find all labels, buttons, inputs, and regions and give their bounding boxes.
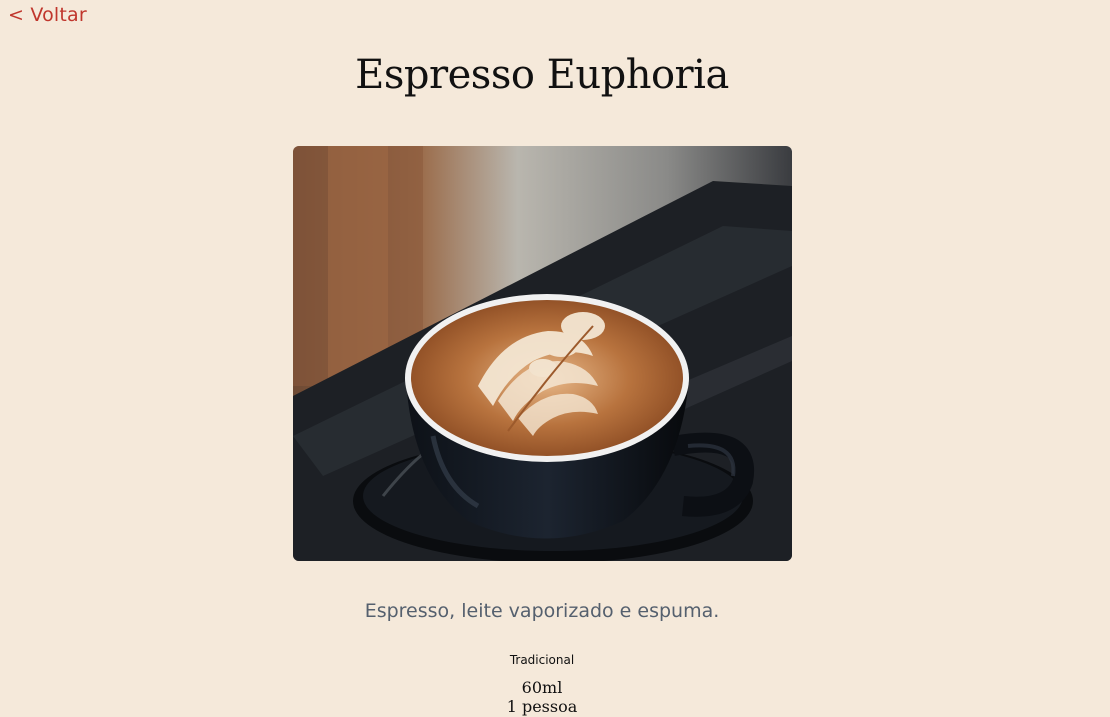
product-category: Tradicional — [509, 653, 575, 667]
product-title: Espresso Euphoria — [355, 52, 729, 98]
back-link[interactable]: < Voltar — [8, 4, 87, 26]
product-page: < Voltar Espresso Euphoria Espresso, lei… — [0, 0, 1110, 717]
product-image — [293, 146, 792, 561]
product-volume: 60ml — [521, 678, 563, 697]
coffee-cup-illustration — [293, 146, 792, 561]
product-servings: 1 pessoa — [506, 697, 578, 716]
product-description: Espresso, leite vaporizado e espuma. — [364, 600, 720, 622]
